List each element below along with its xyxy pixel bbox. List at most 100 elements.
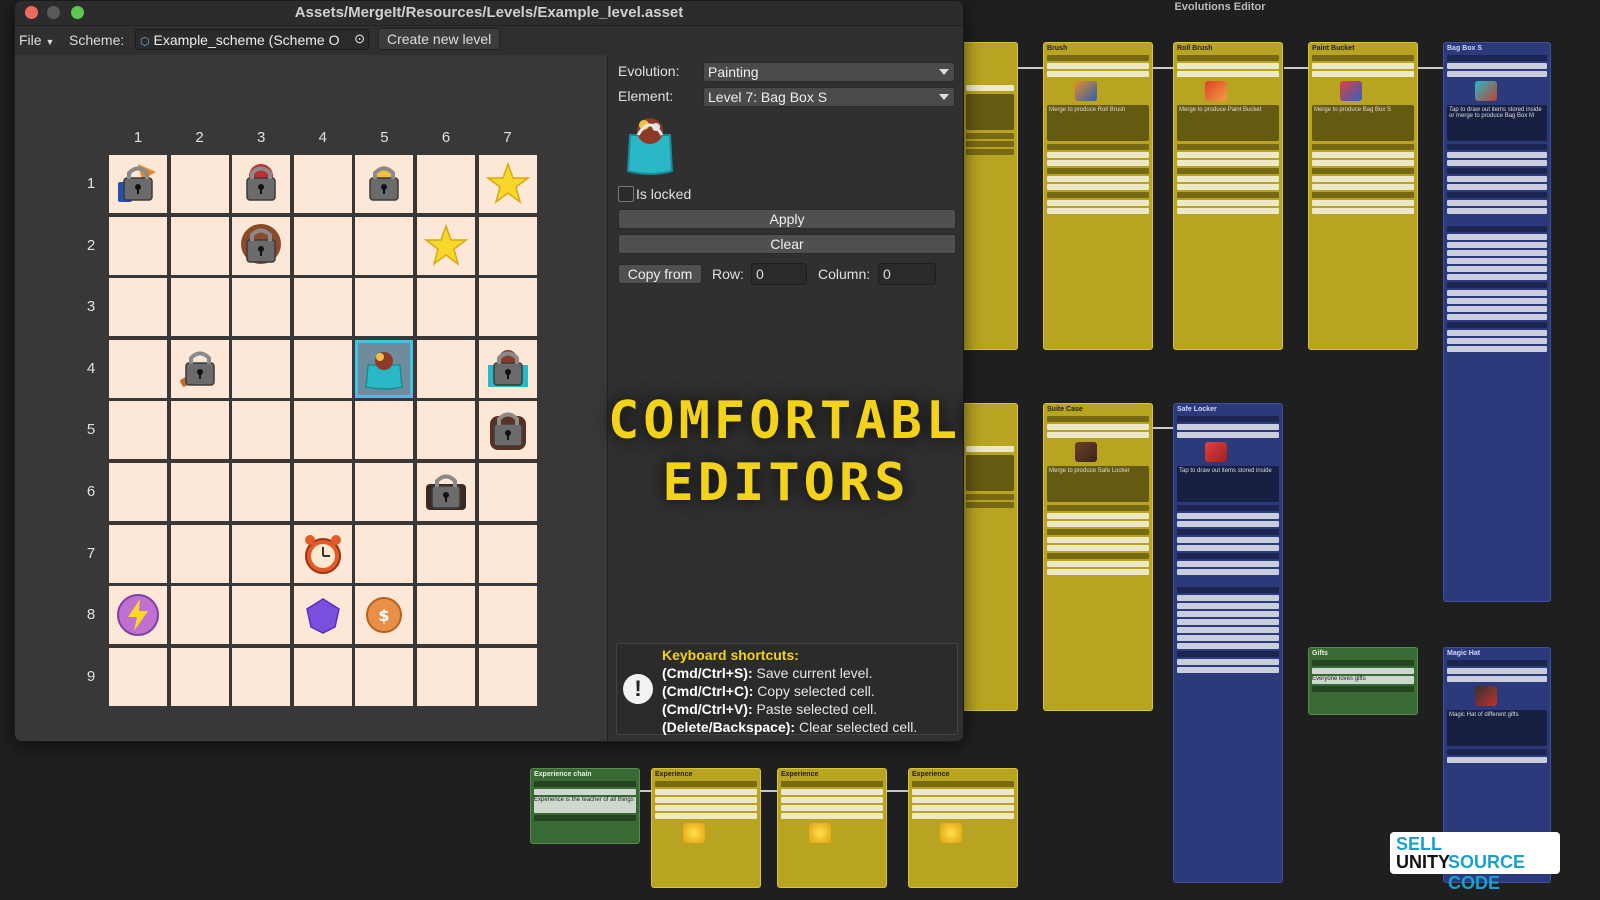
grid-cell[interactable] <box>293 401 352 460</box>
grid-cell[interactable] <box>417 647 475 706</box>
graph-node-experience-2[interactable]: Experience <box>908 768 1018 888</box>
locked-bag-icon <box>241 223 282 264</box>
column-input[interactable]: 0 <box>878 263 936 285</box>
grid-cell[interactable] <box>417 524 475 583</box>
grid-cell[interactable] <box>170 524 229 583</box>
node-title: Experience <box>781 771 819 778</box>
grid-cell[interactable]: $ <box>355 586 414 645</box>
grid-cell[interactable] <box>417 216 475 275</box>
grid-cell[interactable] <box>109 463 167 521</box>
grid-cell[interactable] <box>478 647 537 706</box>
graph-node-bag-box-s[interactable]: Bag Box S Tap to draw out items stored i… <box>1443 42 1551 602</box>
roll-brush-icon <box>1205 81 1227 101</box>
grid-cell[interactable] <box>109 524 167 583</box>
grid-cell[interactable] <box>232 524 291 583</box>
grid-cell[interactable] <box>293 647 352 706</box>
grid-cell[interactable] <box>478 339 537 398</box>
is-locked-checkbox[interactable] <box>618 186 634 202</box>
grid-cell[interactable] <box>232 401 291 460</box>
row-input[interactable]: 0 <box>751 263 807 285</box>
grid-cell[interactable] <box>355 155 414 213</box>
scheme-object-field[interactable]: ⬡ Example_scheme (Scheme O ⊙ <box>135 29 369 50</box>
grid-cell[interactable] <box>355 647 414 706</box>
grid-cell[interactable] <box>109 278 167 337</box>
grid-cell[interactable] <box>232 339 291 398</box>
graph-node-safe-locker[interactable]: Safe Locker Tap to draw out items stored… <box>1173 403 1283 883</box>
file-menu[interactable]: File ▼ <box>19 32 54 48</box>
grid-cell[interactable] <box>109 586 167 645</box>
grid-cell[interactable] <box>293 278 352 337</box>
title-bar[interactable]: Assets/MergeIt/Resources/Levels/Example_… <box>15 1 963 26</box>
object-picker-icon[interactable]: ⊙ <box>354 31 365 47</box>
grid-cell[interactable] <box>170 401 229 460</box>
grid-cell[interactable] <box>417 401 475 460</box>
grid-cell[interactable] <box>355 216 414 275</box>
locked-bucket-icon <box>369 166 400 201</box>
grid-cell[interactable] <box>170 586 229 645</box>
shortcut-desc: Copy selected cell. <box>757 683 875 699</box>
grid-cell[interactable] <box>109 401 167 460</box>
graph-node-brush[interactable]: Brush Merge to produce Roll Brush <box>1043 42 1153 350</box>
copy-from-button[interactable]: Copy from <box>618 264 702 284</box>
grid-cell[interactable] <box>478 524 537 583</box>
grid-cell[interactable] <box>355 463 414 521</box>
grid-cell[interactable] <box>293 216 352 275</box>
grid-cell[interactable] <box>478 463 537 521</box>
create-new-level-button[interactable]: Create new level <box>378 28 501 50</box>
grid-cell[interactable] <box>232 463 291 521</box>
graph-node[interactable] <box>962 42 1018 350</box>
grid-cell[interactable] <box>109 339 167 398</box>
grid-cell[interactable] <box>232 216 291 275</box>
grid-cell[interactable] <box>355 278 414 337</box>
grid-cell[interactable] <box>478 586 537 645</box>
graph-node[interactable] <box>962 403 1018 711</box>
grid-cell[interactable] <box>417 586 475 645</box>
element-dropdown[interactable]: Level 7: Bag Box S <box>703 87 955 107</box>
column-header: 5 <box>380 129 389 146</box>
grid-cell[interactable] <box>478 278 537 337</box>
grid-cell[interactable] <box>232 155 291 213</box>
graph-node-gifts[interactable]: Gifts Everyone loves gifts <box>1308 647 1418 715</box>
grid-cell[interactable] <box>478 155 537 213</box>
graph-node-suite-case[interactable]: Suite Case Merge to produce Safe Locker <box>1043 403 1153 711</box>
grid-cell[interactable] <box>170 278 229 337</box>
apply-button[interactable]: Apply <box>618 209 956 229</box>
clear-button[interactable]: Clear <box>618 234 956 254</box>
grid-cell[interactable] <box>417 155 475 213</box>
node-wire <box>886 790 908 792</box>
graph-node-experience-0[interactable]: Experience <box>651 768 761 888</box>
graph-node-paint-bucket[interactable]: Paint Bucket Merge to produce Bag Box S <box>1308 42 1418 350</box>
grid-cell[interactable] <box>293 586 352 645</box>
grid-cell[interactable] <box>293 339 352 398</box>
graph-node-experience-chain[interactable]: Experience chain Experience is the teach… <box>530 768 640 844</box>
grid-cell[interactable] <box>355 401 414 460</box>
grid-cell[interactable] <box>478 401 537 460</box>
grid-cell[interactable] <box>232 278 291 337</box>
graph-node-experience-1[interactable]: Experience <box>777 768 887 888</box>
grid-cell[interactable] <box>293 155 352 213</box>
grid-cell[interactable] <box>170 463 229 521</box>
grid-cell[interactable] <box>170 339 229 398</box>
grid-cell[interactable] <box>109 216 167 275</box>
grid-cell[interactable] <box>170 647 229 706</box>
row-header: 2 <box>86 236 96 254</box>
grid-cell[interactable] <box>417 278 475 337</box>
grid-cell[interactable] <box>478 216 537 275</box>
grid-cell[interactable] <box>417 463 475 521</box>
grid-cell[interactable] <box>293 524 352 583</box>
shortcut-line: (Delete/Backspace): Clear selected cell. <box>662 719 917 735</box>
node-title: Experience <box>912 771 950 778</box>
grid-cell[interactable] <box>293 463 352 521</box>
grid-cell[interactable] <box>109 647 167 706</box>
evolution-dropdown[interactable]: Painting <box>703 62 955 82</box>
grid-cell[interactable] <box>355 339 414 398</box>
grid-cell[interactable] <box>170 216 229 275</box>
graph-node-roll-brush[interactable]: Roll Brush Merge to produce Paint Bucket <box>1173 42 1283 350</box>
grid-cell[interactable] <box>109 155 167 213</box>
grid-cell[interactable] <box>232 586 291 645</box>
grid-cell[interactable] <box>232 647 291 706</box>
shortcut-line: (Cmd/Ctrl+V): Paste selected cell. <box>662 701 877 717</box>
grid-cell[interactable] <box>355 524 414 583</box>
grid-cell[interactable] <box>170 155 229 213</box>
grid-cell[interactable] <box>417 339 475 398</box>
